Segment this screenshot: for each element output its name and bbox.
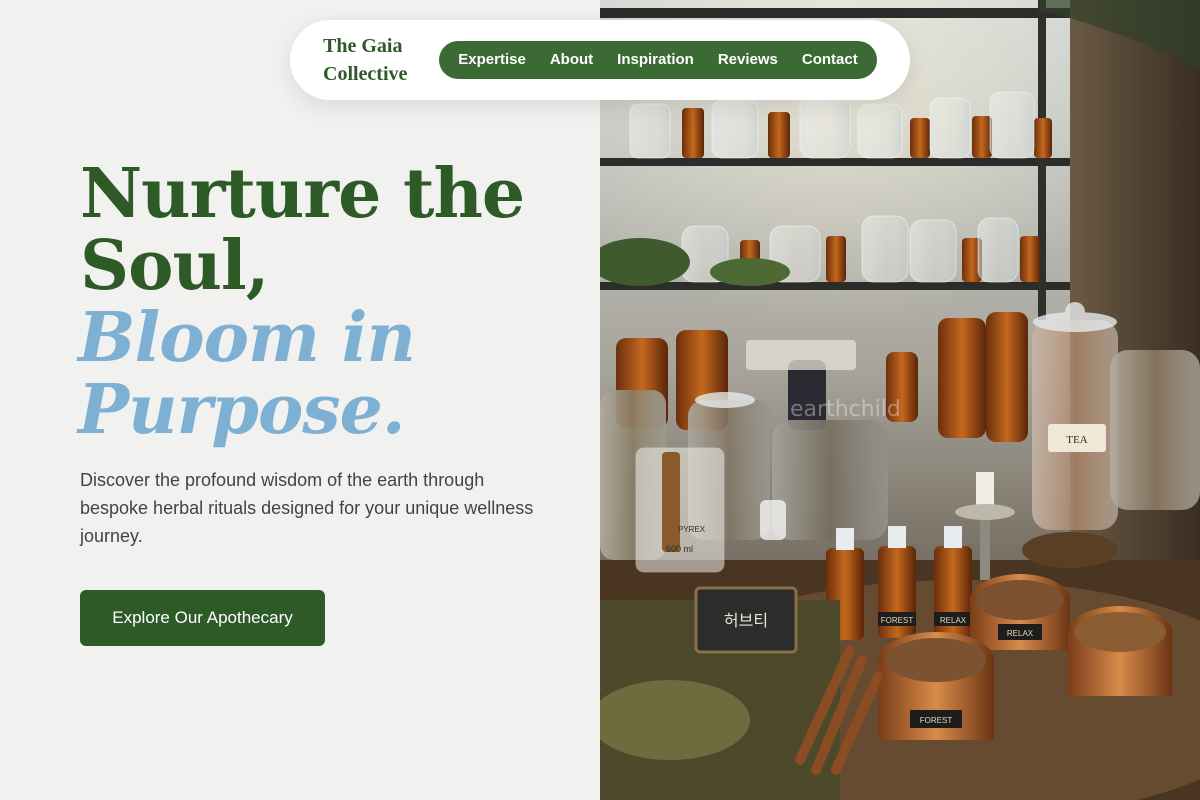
hero-image: TEA PYREX 600 ml FOREST RELAX RELAX FORE… (600, 0, 1200, 800)
nav-link-reviews[interactable]: Reviews (706, 41, 790, 79)
nav-link-expertise[interactable]: Expertise (446, 41, 538, 79)
page: TEA PYREX 600 ml FOREST RELAX RELAX FORE… (0, 0, 1200, 800)
jar-label: TEA (1066, 434, 1087, 446)
nav-link-about[interactable]: About (538, 41, 605, 79)
beaker-brand: PYREX (678, 525, 706, 534)
tin-label-2: FOREST (920, 716, 953, 725)
hero-accent-line2: Purpose. (78, 370, 406, 450)
hero-accent-line1: Bloom in (78, 298, 416, 378)
hero-accent-title: Bloom in Purpose. (78, 302, 578, 446)
hero-title-line2: Soul, (80, 226, 269, 306)
bottle-label-2: RELAX (940, 616, 967, 625)
brand-name-line1: The Gaia (323, 35, 403, 57)
hero-title-line1: Nurture the (80, 154, 525, 234)
nav-link-contact[interactable]: Contact (790, 41, 870, 79)
tin-label-1: RELAX (1007, 629, 1034, 638)
beaker-volume: 600 ml (666, 544, 693, 554)
photo-watermark: earthchild (790, 397, 901, 422)
brand-logo[interactable]: The Gaia Collective (323, 32, 433, 88)
bottle-label-1: FOREST (881, 616, 914, 625)
nav-link-inspiration[interactable]: Inspiration (605, 41, 706, 79)
brand-name-line2: Collective (323, 63, 408, 85)
explore-apothecary-button[interactable]: Explore Our Apothecary (80, 590, 325, 646)
hero-title: Nurture the Soul, (80, 158, 580, 302)
navbar: The Gaia Collective Expertise About Insp… (290, 20, 910, 100)
hero-description: Discover the profound wisdom of the eart… (80, 470, 534, 546)
nav-menu: Expertise About Inspiration Reviews Cont… (439, 41, 877, 79)
chalk-sign: 허브티 (724, 611, 768, 630)
